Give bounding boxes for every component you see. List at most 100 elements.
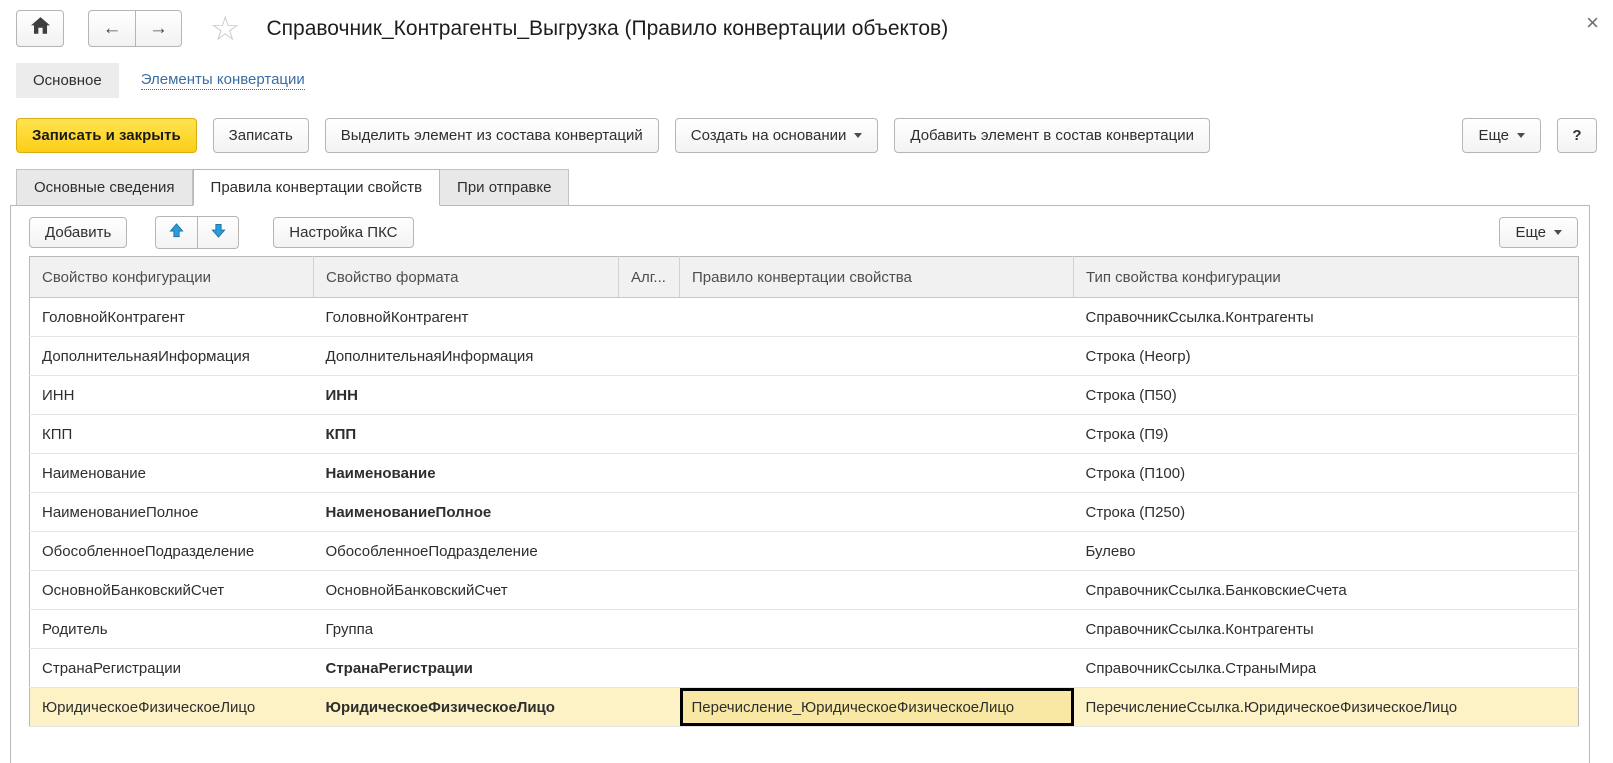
cell-config-type[interactable]: ПеречислениеСсылка.ЮридическоеФизическое… (1074, 688, 1579, 727)
column-header-algorithm[interactable]: Алг... (619, 257, 680, 298)
more-label: Еще (1478, 127, 1509, 144)
tab-main-info[interactable]: Основные сведения (16, 169, 193, 206)
cell-config-property[interactable]: ОбособленноеПодразделение (30, 532, 314, 571)
favorite-star-icon[interactable]: ☆ (210, 12, 240, 46)
cell-config-type[interactable]: СправочникСсылка.БанковскиеСчета (1074, 571, 1579, 610)
pks-settings-button[interactable]: Настройка ПКС (273, 217, 413, 248)
save-button[interactable]: Записать (213, 118, 309, 153)
cell-conversion-rule[interactable] (680, 298, 1074, 337)
cell-format-property[interactable]: ИНН (314, 376, 619, 415)
cell-conversion-rule[interactable]: Перечисление_ЮридическоеФизическоеЛицо (680, 688, 1074, 727)
add-row-button[interactable]: Добавить (29, 217, 127, 248)
table-toolbar: Добавить Настройка ПКС Еще (29, 216, 1578, 249)
cell-config-property[interactable]: ЮридическоеФизическоеЛицо (30, 688, 314, 727)
cell-conversion-rule[interactable] (680, 649, 1074, 688)
nav-item-main[interactable]: Основное (16, 63, 119, 98)
cell-config-property[interactable]: СтранаРегистрации (30, 649, 314, 688)
cell-config-property[interactable]: ИНН (30, 376, 314, 415)
cell-format-property[interactable]: ДополнительнаяИнформация (314, 337, 619, 376)
cell-algorithm[interactable] (619, 298, 680, 337)
table-row[interactable]: СтранаРегистрации СтранаРегистрации Спра… (30, 649, 1579, 688)
table-row[interactable]: ИНН ИНН Строка (П50) (30, 376, 1579, 415)
table-row[interactable]: Наименование Наименование Строка (П100) (30, 454, 1579, 493)
select-element-button[interactable]: Выделить элемент из состава конвертаций (325, 118, 659, 153)
cell-conversion-rule[interactable] (680, 454, 1074, 493)
cell-config-property[interactable]: Наименование (30, 454, 314, 493)
more-button[interactable]: Еще (1462, 118, 1541, 153)
cell-config-type[interactable]: Строка (П100) (1074, 454, 1579, 493)
reorder-buttons (155, 216, 239, 249)
move-up-button[interactable] (155, 216, 197, 249)
column-header-config-type[interactable]: Тип свойства конфигурации (1074, 257, 1579, 298)
cell-format-property[interactable]: ОсновнойБанковскийСчет (314, 571, 619, 610)
cell-format-property[interactable]: Наименование (314, 454, 619, 493)
cell-conversion-rule[interactable] (680, 493, 1074, 532)
column-header-conversion-rule[interactable]: Правило конвертации свойства (680, 257, 1074, 298)
cell-config-property[interactable]: Родитель (30, 610, 314, 649)
cell-algorithm[interactable] (619, 532, 680, 571)
cell-config-type[interactable]: Строка (П250) (1074, 493, 1579, 532)
create-based-on-button[interactable]: Создать на основании (675, 118, 879, 153)
table-row[interactable]: ДополнительнаяИнформация ДополнительнаяИ… (30, 337, 1579, 376)
cell-config-type[interactable]: СправочникСсылка.Контрагенты (1074, 610, 1579, 649)
cell-conversion-rule[interactable] (680, 415, 1074, 454)
save-and-close-button[interactable]: Записать и закрыть (16, 118, 197, 153)
table-header-row: Свойство конфигурации Свойство формата А… (30, 257, 1579, 298)
table-row[interactable]: НаименованиеПолное НаименованиеПолное Ст… (30, 493, 1579, 532)
cell-conversion-rule[interactable] (680, 532, 1074, 571)
cell-conversion-rule[interactable] (680, 376, 1074, 415)
table-row[interactable]: ЮридическоеФизическоеЛицо ЮридическоеФиз… (30, 688, 1579, 727)
close-icon[interactable]: × (1586, 12, 1599, 34)
cell-algorithm[interactable] (619, 337, 680, 376)
table-row[interactable]: ОбособленноеПодразделение ОбособленноеПо… (30, 532, 1579, 571)
cell-algorithm[interactable] (619, 688, 680, 727)
cell-algorithm[interactable] (619, 610, 680, 649)
cell-config-property[interactable]: КПП (30, 415, 314, 454)
cell-format-property[interactable]: ЮридическоеФизическоеЛицо (314, 688, 619, 727)
cell-config-property[interactable]: ДополнительнаяИнформация (30, 337, 314, 376)
forward-button[interactable]: → (135, 10, 182, 47)
property-conversion-table: Свойство конфигурации Свойство формата А… (29, 256, 1579, 727)
nav-item-conversion-elements[interactable]: Элементы конвертации (141, 71, 305, 90)
cell-config-property[interactable]: ОсновнойБанковскийСчет (30, 571, 314, 610)
create-based-on-label: Создать на основании (691, 127, 847, 144)
cell-algorithm[interactable] (619, 415, 680, 454)
cell-conversion-rule[interactable] (680, 337, 1074, 376)
table-row[interactable]: Родитель Группа СправочникСсылка.Контраг… (30, 610, 1579, 649)
table-row[interactable]: ГоловнойКонтрагент ГоловнойКонтрагент Сп… (30, 298, 1579, 337)
table-more-label: Еще (1515, 224, 1546, 241)
move-down-button[interactable] (197, 216, 239, 249)
column-header-format-property[interactable]: Свойство формата (314, 257, 619, 298)
cell-config-property[interactable]: НаименованиеПолное (30, 493, 314, 532)
cell-format-property[interactable]: СтранаРегистрации (314, 649, 619, 688)
table-row[interactable]: ОсновнойБанковскийСчет ОсновнойБанковски… (30, 571, 1579, 610)
tab-on-send[interactable]: При отправке (440, 169, 569, 206)
back-button[interactable]: ← (88, 10, 135, 47)
cell-format-property[interactable]: КПП (314, 415, 619, 454)
add-element-button[interactable]: Добавить элемент в состав конвертации (894, 118, 1210, 153)
cell-algorithm[interactable] (619, 571, 680, 610)
column-header-config-property[interactable]: Свойство конфигурации (30, 257, 314, 298)
cell-config-type[interactable]: Булево (1074, 532, 1579, 571)
cell-format-property[interactable]: НаименованиеПолное (314, 493, 619, 532)
cell-format-property[interactable]: ГоловнойКонтрагент (314, 298, 619, 337)
cell-conversion-rule[interactable] (680, 610, 1074, 649)
cell-conversion-rule[interactable] (680, 571, 1074, 610)
home-button[interactable] (16, 10, 64, 47)
cell-config-type[interactable]: Строка (Неогр) (1074, 337, 1579, 376)
cell-algorithm[interactable] (619, 493, 680, 532)
table-more-button[interactable]: Еще (1499, 217, 1578, 248)
cell-config-type[interactable]: Строка (П50) (1074, 376, 1579, 415)
cell-algorithm[interactable] (619, 649, 680, 688)
help-button[interactable]: ? (1557, 118, 1597, 153)
tab-property-conversion-rules[interactable]: Правила конвертации свойств (193, 169, 441, 206)
cell-config-property[interactable]: ГоловнойКонтрагент (30, 298, 314, 337)
cell-config-type[interactable]: СправочникСсылка.СтраныМира (1074, 649, 1579, 688)
cell-algorithm[interactable] (619, 376, 680, 415)
cell-config-type[interactable]: Строка (П9) (1074, 415, 1579, 454)
cell-format-property[interactable]: Группа (314, 610, 619, 649)
cell-format-property[interactable]: ОбособленноеПодразделение (314, 532, 619, 571)
cell-algorithm[interactable] (619, 454, 680, 493)
cell-config-type[interactable]: СправочникСсылка.Контрагенты (1074, 298, 1579, 337)
table-row[interactable]: КПП КПП Строка (П9) (30, 415, 1579, 454)
